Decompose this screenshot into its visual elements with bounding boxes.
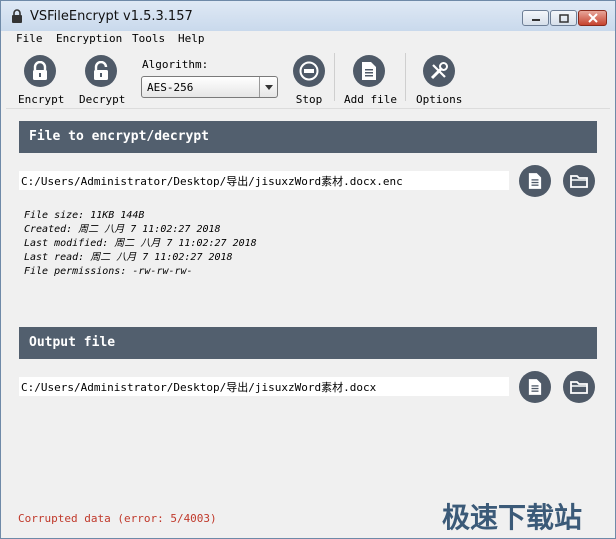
menu-tools[interactable]: Tools	[132, 32, 165, 45]
encrypt-label: Encrypt	[18, 93, 65, 106]
lock-icon	[12, 9, 22, 23]
document-icon	[528, 379, 542, 395]
toolbar: Encrypt Decrypt Algorithm: AES-256 Stop …	[1, 47, 615, 107]
folder-icon	[570, 175, 588, 188]
close-button[interactable]	[578, 10, 607, 26]
menu-bar: File Encryption Tools Help	[1, 31, 615, 47]
algorithm-label: Algorithm:	[142, 58, 209, 71]
output-path-field[interactable]: C:/Users/Administrator/Desktop/导出/jisuxz…	[19, 377, 509, 396]
add-file-button[interactable]: Add file	[344, 55, 397, 106]
output-section-header: Output file	[19, 327, 597, 359]
decrypt-label: Decrypt	[79, 93, 126, 106]
file-size: File size: 11KB 144B	[24, 210, 145, 221]
browse-folder-button[interactable]	[563, 165, 595, 197]
decrypt-button[interactable]: Decrypt	[79, 55, 126, 106]
close-icon	[587, 13, 598, 23]
lock-open-icon	[85, 55, 117, 87]
chevron-down-icon[interactable]	[259, 77, 277, 97]
status-message: Corrupted data (error: 5/4003)	[18, 512, 217, 525]
document-icon	[353, 55, 385, 87]
algorithm-value: AES-256	[147, 81, 194, 94]
open-output-document-button[interactable]	[519, 371, 551, 403]
stop-button[interactable]: Stop	[291, 55, 327, 106]
menu-help[interactable]: Help	[178, 32, 205, 45]
add-file-label: Add file	[344, 93, 397, 106]
file-last-modified: Last modified: 周二 八月 7 11:02:27 2018	[24, 238, 257, 249]
toolbar-separator	[405, 53, 406, 101]
algorithm-select[interactable]: AES-256	[141, 76, 278, 98]
file-permissions: File permissions: -rw-rw-rw-	[24, 266, 193, 277]
lock-closed-icon	[24, 55, 56, 87]
title-bar[interactable]: VSFileEncrypt v1.5.3.157	[1, 1, 615, 31]
file-info: File size: 11KB 144B Created: 周二 八月 7 11…	[24, 209, 257, 279]
window-title: VSFileEncrypt v1.5.3.157	[30, 9, 193, 24]
watermark-logo: 极速下载站	[442, 501, 583, 534]
encrypt-button[interactable]: Encrypt	[18, 55, 65, 106]
input-section-header: File to encrypt/decrypt	[19, 121, 597, 153]
browse-output-folder-button[interactable]	[563, 371, 595, 403]
input-path-field[interactable]: C:/Users/Administrator/Desktop/导出/jisuxz…	[19, 171, 509, 190]
app-window: VSFileEncrypt v1.5.3.157 File Encryption…	[0, 0, 616, 539]
stop-icon	[293, 55, 325, 87]
maximize-button[interactable]	[550, 10, 577, 26]
menu-encryption[interactable]: Encryption	[56, 32, 122, 45]
maximize-icon	[558, 13, 569, 23]
minimize-button[interactable]	[522, 10, 549, 26]
main-content: File to encrypt/decrypt C:/Users/Adminis…	[6, 108, 610, 534]
menu-file[interactable]: File	[16, 32, 43, 45]
file-last-read: Last read: 周二 八月 7 11:02:27 2018	[24, 252, 233, 263]
file-created: Created: 周二 八月 7 11:02:27 2018	[24, 224, 221, 235]
minimize-icon	[531, 19, 540, 21]
document-icon	[528, 173, 542, 189]
options-label: Options	[416, 93, 463, 106]
folder-icon	[570, 381, 588, 394]
options-button[interactable]: Options	[416, 55, 462, 106]
tools-icon	[423, 55, 455, 87]
open-document-button[interactable]	[519, 165, 551, 197]
stop-label: Stop	[295, 93, 323, 106]
toolbar-separator	[334, 53, 335, 101]
